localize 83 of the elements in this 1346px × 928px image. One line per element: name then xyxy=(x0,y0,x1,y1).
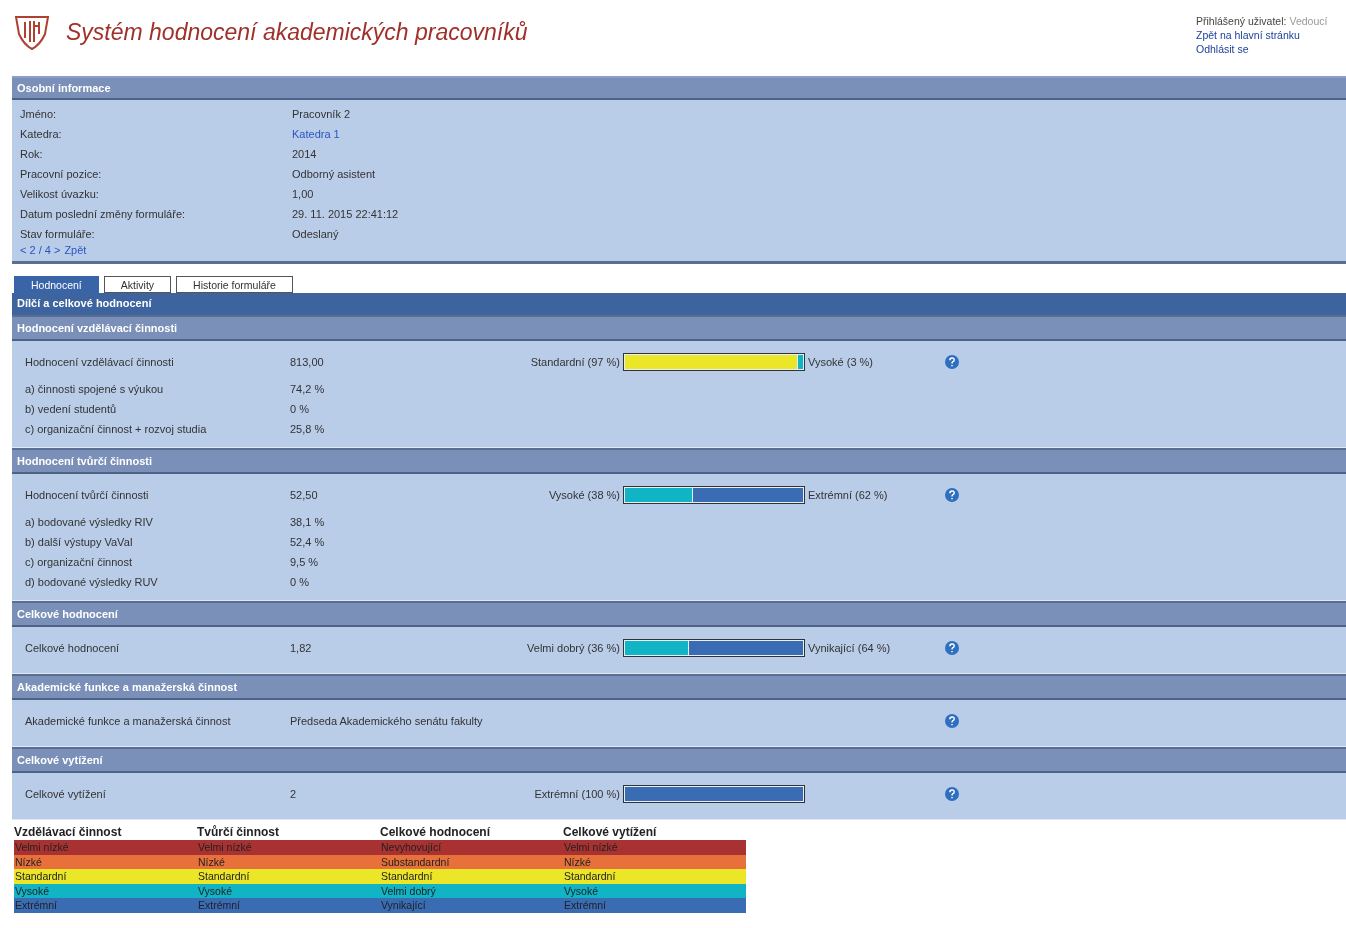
tab[interactable]: Hodnocení xyxy=(14,276,99,293)
section-header: Akademické funkce a manažerská činnost xyxy=(12,674,1346,700)
back-link[interactable]: Zpět xyxy=(64,242,87,258)
row-label: d) bodované výsledky RUV xyxy=(25,575,159,590)
field-value: Pracovník 2 xyxy=(292,107,352,122)
row-label: Celkové vytížení xyxy=(25,788,107,800)
field-link[interactable]: Katedra 1 xyxy=(292,126,1338,142)
row-label: Hodnocení vzdělávací činnosti xyxy=(25,356,175,368)
row-value: 0 % xyxy=(290,575,310,590)
field-label: Jméno: xyxy=(20,107,58,122)
help-icon[interactable] xyxy=(945,355,959,369)
user-label: Přihlášený uživatel: xyxy=(1196,14,1287,28)
help-icon[interactable] xyxy=(945,641,959,655)
row-label: c) organizační činnost + rozvoj studia xyxy=(25,422,208,437)
row-value: 52,4 % xyxy=(290,535,326,550)
bar-right-label: Extrémní (62 %) xyxy=(808,489,888,501)
row-value: 74,2 % xyxy=(290,382,326,397)
row-label: b) další výstupy VaVaI xyxy=(25,535,134,550)
legend-item: Extrémní xyxy=(563,898,746,913)
row-value: 25,8 % xyxy=(290,422,326,437)
legend-item: Standardní xyxy=(563,869,746,884)
section-header: Hodnocení tvůrčí činnosti xyxy=(12,448,1346,474)
field-label: Velikost úvazku: xyxy=(20,187,100,202)
section-header: Celkové vytížení xyxy=(12,747,1346,773)
section-title-bar: Dílčí a celkové hodnocení xyxy=(12,293,1346,315)
legend-item: Extrémní xyxy=(14,898,197,913)
field-label: Rok: xyxy=(20,147,44,162)
bar-left-label: Vysoké (38 %) xyxy=(547,489,621,501)
legend-item: Velmi nízké xyxy=(14,840,197,855)
row-value: 1,82 xyxy=(290,642,313,654)
tab[interactable]: Aktivity xyxy=(103,276,172,293)
tab[interactable]: Historie formuláře xyxy=(176,276,293,293)
legend-item: Standardní xyxy=(14,869,197,884)
legend-title: Celkové hodnocení xyxy=(380,825,492,840)
field-value: 1,00 xyxy=(292,187,315,202)
section-header: Celkové hodnocení xyxy=(12,601,1346,627)
row-label: Akademické funkce a manažerská činnost xyxy=(25,715,232,727)
bar-right-label: Vysoké (3 %) xyxy=(808,356,873,368)
help-icon[interactable] xyxy=(945,488,959,502)
header-link[interactable]: Odhlásit se xyxy=(1196,42,1344,56)
field-label: Stav formuláře: xyxy=(20,227,96,242)
field-value: Odborný asistent xyxy=(292,167,377,182)
row-value: 2 xyxy=(290,788,298,800)
field-value: 2014 xyxy=(292,147,318,162)
field-value: Odeslaný xyxy=(292,227,340,242)
section-header: Hodnocení vzdělávací činnosti xyxy=(12,315,1346,341)
panel-header: Osobní informace xyxy=(12,76,1346,100)
row-value: 38,1 % xyxy=(290,515,326,530)
row-label: a) činnosti spojené s výukou xyxy=(25,382,165,397)
legend-title: Celkové vytížení xyxy=(563,825,658,840)
field-label: Pracovní pozice: xyxy=(20,167,103,182)
bar-right-label: Vynikající (64 %) xyxy=(808,642,891,654)
help-icon[interactable] xyxy=(945,787,959,801)
legend-item: Nevyhovující xyxy=(380,840,563,855)
bar-left-label: Standardní (97 %) xyxy=(529,356,621,368)
app-title: Systém hodnocení akademických pracovníků xyxy=(66,18,528,46)
row-label: b) vedení studentů xyxy=(25,402,118,417)
legend-item: Velmi nízké xyxy=(563,840,746,855)
row-label: c) organizační činnost xyxy=(25,555,133,570)
user-role: Vedoucí xyxy=(1289,14,1328,28)
legend-title: Vzdělávací činnost xyxy=(14,825,123,840)
legend-item: Extrémní xyxy=(197,898,380,913)
legend-item: Standardní xyxy=(380,869,563,884)
row-label: Celkové hodnocení xyxy=(25,642,121,654)
row-label: a) bodované výsledky RIV xyxy=(25,515,154,530)
row-value: 0 % xyxy=(290,402,310,417)
row-value: Předseda Akademického senátu fakulty xyxy=(290,715,484,727)
row-label: Hodnocení tvůrčí činnosti xyxy=(25,489,150,501)
header-link[interactable]: Zpět na hlavní stránku xyxy=(1196,28,1344,42)
row-value: 52,50 xyxy=(290,489,319,501)
field-label: Datum poslední změny formuláře: xyxy=(20,207,187,222)
legend-title: Tvůrčí činnost xyxy=(197,825,280,840)
bar-left-label: Extrémní (100 %) xyxy=(533,788,621,800)
row-value: 813,00 xyxy=(290,356,325,368)
field-label: Katedra: xyxy=(20,127,63,142)
legend-item: Velmi nízké xyxy=(197,840,380,855)
help-icon[interactable] xyxy=(945,714,959,728)
pager-link[interactable]: < 2 / 4 > xyxy=(20,242,61,258)
field-value: 29. 11. 2015 22:41:12 xyxy=(292,207,400,222)
row-value: 9,5 % xyxy=(290,555,320,570)
legend-item: Vynikající xyxy=(380,898,563,913)
legend-item: Standardní xyxy=(197,869,380,884)
bar-left-label: Velmi dobrý (36 %) xyxy=(526,642,621,654)
